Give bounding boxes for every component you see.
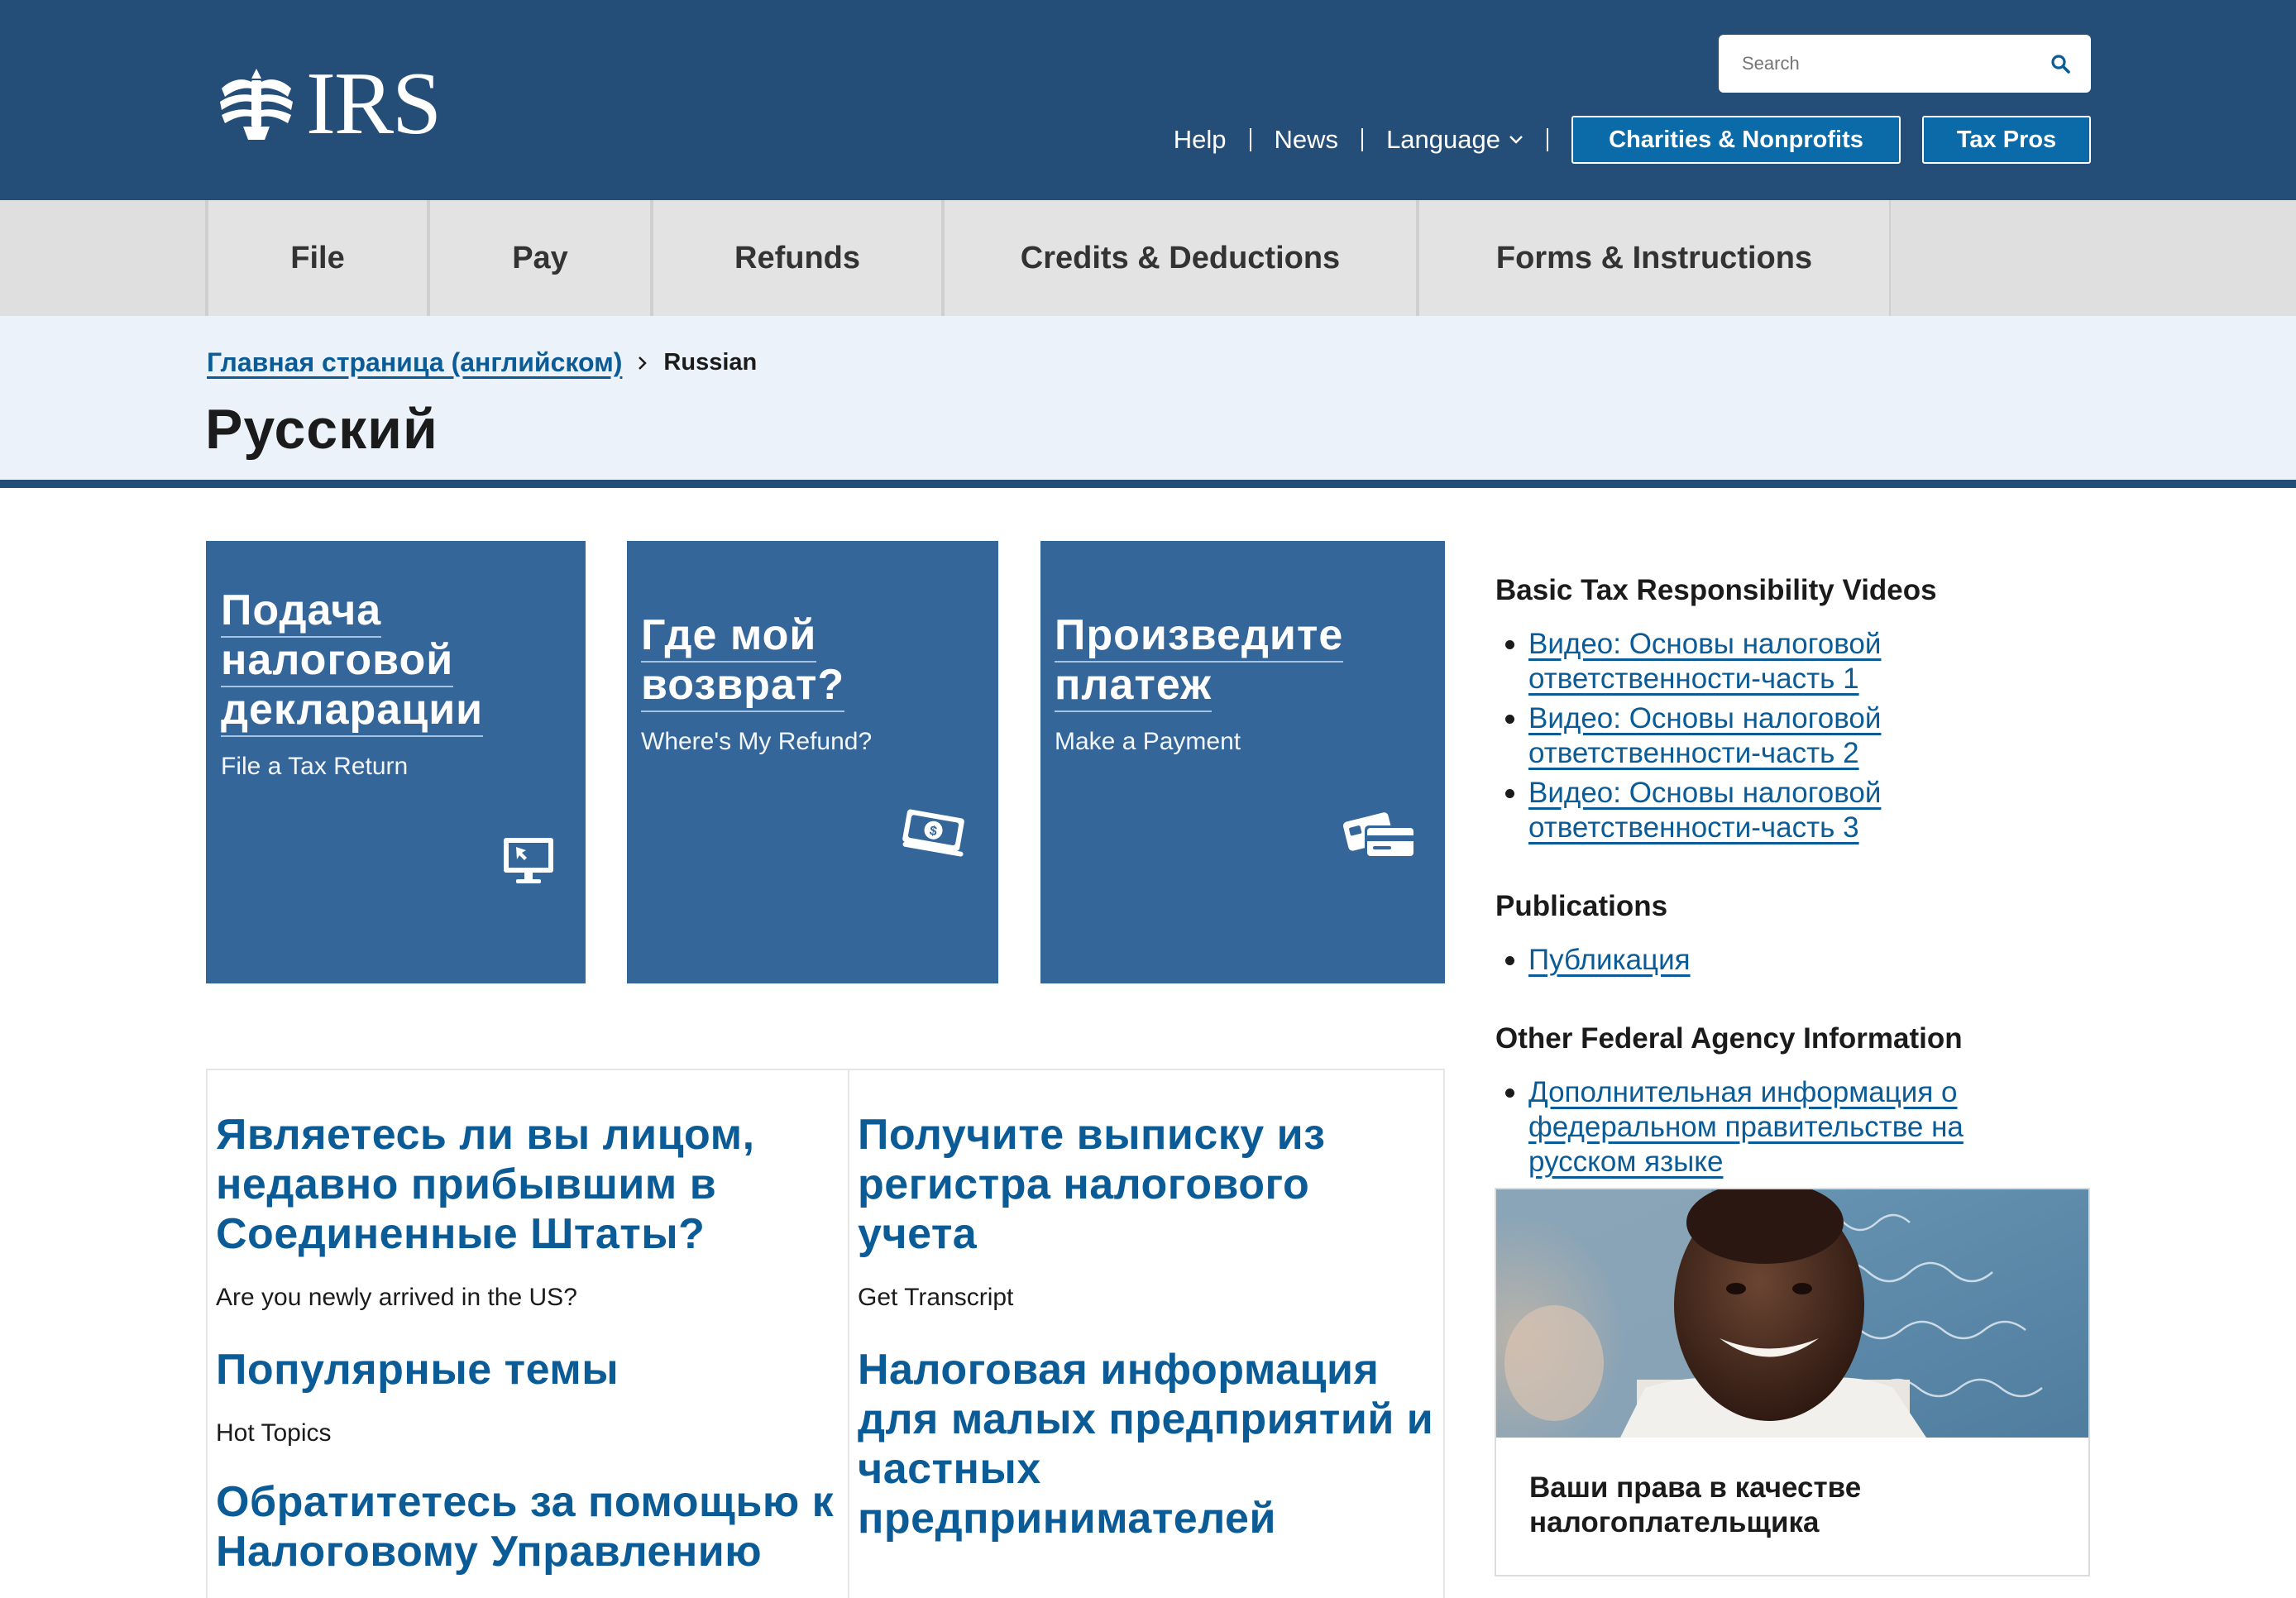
list-item: Дополнительная информация о федеральном … xyxy=(1495,1075,2008,1179)
charities-nonprofits-button[interactable]: Charities & Nonprofits xyxy=(1571,116,1901,164)
list-item: Видео: Основы налоговой ответственности-… xyxy=(1495,701,1959,771)
nav-item-refunds[interactable]: Refunds xyxy=(650,200,941,316)
divider xyxy=(1547,128,1548,151)
publications-list: Публикация xyxy=(1495,943,2025,983)
computer-icon xyxy=(504,838,553,883)
payment-card-icon xyxy=(1342,812,1416,859)
content-grid: Являетесь ли вы лицом, недавно прибывшим… xyxy=(206,1069,1445,1598)
video-link-3[interactable]: Видео: Основы налоговой ответственности-… xyxy=(1528,777,1881,844)
tile-title-line: Произведите xyxy=(1055,611,1344,663)
get-help-heading-link[interactable]: Обратитетесь за помощью к Налоговому Упр… xyxy=(216,1477,844,1576)
get-transcript-subtitle: Get Transcript xyxy=(858,1284,1014,1311)
nav-item-credits-deductions[interactable]: Credits & Deductions xyxy=(941,200,1416,316)
title-band: Главная страница (английском) Russian Ру… xyxy=(0,316,2296,488)
tile-title-line: Подача xyxy=(221,586,382,638)
federal-info-heading: Other Federal Agency Information xyxy=(1495,1022,1963,1055)
publication-link[interactable]: Публикация xyxy=(1528,944,1691,976)
help-link[interactable]: Help xyxy=(1174,125,1227,155)
taxpayer-rights-title: Ваши права в качестве налогоплательщика xyxy=(1529,1471,1862,1538)
tile-title: Подача налоговой декларации xyxy=(221,586,586,737)
list-item: Видео: Основы налоговой ответственности-… xyxy=(1495,627,1959,696)
search-icon xyxy=(2051,55,2070,74)
column-divider xyxy=(848,1070,849,1598)
irs-eagle-seal-icon xyxy=(220,69,293,140)
hot-topics-subtitle: Hot Topics xyxy=(216,1419,332,1447)
search-button[interactable] xyxy=(2048,51,2073,76)
language-label: Language xyxy=(1386,125,1500,154)
tile-title-line: декларации xyxy=(221,686,484,737)
utility-nav: Help News Language Charities & Nonprofit… xyxy=(1174,114,2091,165)
language-dropdown[interactable]: Language xyxy=(1386,125,1523,155)
tile-make-a-payment[interactable]: Произведите платеж Make a Payment xyxy=(1040,541,1445,983)
tile-title-line: налоговой xyxy=(221,636,454,687)
videos-heading: Basic Tax Responsibility Videos xyxy=(1495,574,1937,606)
money-icon: $ xyxy=(902,809,964,857)
tile-title-line: Где мой xyxy=(641,611,817,663)
tile-file-tax-return[interactable]: Подача налоговой декларации File a Tax R… xyxy=(206,541,586,983)
breadcrumb-current: Russian xyxy=(663,349,758,376)
nav-item-file[interactable]: File xyxy=(205,200,427,316)
tile-subtitle: File a Tax Return xyxy=(221,753,409,780)
site-header: IRS Help News Language Charities & Nonpr… xyxy=(0,0,2296,200)
get-transcript-heading-link[interactable]: Получите выписку из регистра налогового … xyxy=(858,1110,1437,1259)
tile-title-line: платеж xyxy=(1055,661,1212,712)
video-link-1[interactable]: Видео: Основы налоговой ответственности-… xyxy=(1528,628,1881,695)
federal-info-list: Дополнительная информация о федеральном … xyxy=(1495,1075,2008,1184)
video-link-2[interactable]: Видео: Основы налоговой ответственности-… xyxy=(1528,702,1881,769)
content-column-right: Получите выписку из регистра налогового … xyxy=(858,1070,1437,1543)
logo-wordmark: IRS xyxy=(306,55,442,153)
tile-subtitle: Where's My Refund? xyxy=(641,728,873,755)
federal-info-link[interactable]: Дополнительная информация о федеральном … xyxy=(1528,1076,1964,1178)
newly-arrived-subtitle: Are you newly arrived in the US? xyxy=(216,1284,577,1311)
tax-pros-button[interactable]: Tax Pros xyxy=(1922,116,2091,164)
divider xyxy=(1249,128,1251,151)
nav-item-forms-instructions[interactable]: Forms & Instructions xyxy=(1416,200,1891,316)
publications-heading: Publications xyxy=(1495,890,1668,922)
nav-item-pay[interactable]: Pay xyxy=(427,200,650,316)
chevron-down-icon xyxy=(1509,136,1523,144)
tile-title-line: возврат? xyxy=(641,661,845,712)
breadcrumb: Главная страница (английском) Russian xyxy=(207,347,757,378)
search-box xyxy=(1719,35,2091,93)
irs-logo[interactable]: IRS xyxy=(213,55,442,153)
content-column-left: Являетесь ли вы лицом, недавно прибывшим… xyxy=(216,1070,844,1576)
search-input[interactable] xyxy=(1740,52,2048,75)
newly-arrived-heading-link[interactable]: Являетесь ли вы лицом, недавно прибывшим… xyxy=(216,1110,844,1259)
list-item: Видео: Основы налоговой ответственности-… xyxy=(1495,776,1959,845)
main-nav: File Pay Refunds Credits & Deductions Fo… xyxy=(0,200,2296,316)
tile-wheres-my-refund[interactable]: Где мой возврат? Where's My Refund? $ xyxy=(627,541,998,983)
news-link[interactable]: News xyxy=(1275,125,1339,155)
tile-title: Где мой возврат? xyxy=(641,610,998,712)
videos-list: Видео: Основы налоговой ответственности-… xyxy=(1495,627,1959,850)
taxpayer-rights-photo xyxy=(1496,1189,2088,1438)
chevron-right-icon xyxy=(639,356,648,370)
tile-subtitle: Make a Payment xyxy=(1055,728,1241,755)
page-title: Русский xyxy=(205,398,438,461)
smiling-man-photo-image xyxy=(1496,1189,2088,1438)
small-business-heading-link[interactable]: Налоговая информация для малых предприят… xyxy=(858,1345,1437,1543)
tile-title: Произведите платеж xyxy=(1055,610,1445,712)
breadcrumb-home-link[interactable]: Главная страница (английском) xyxy=(207,347,622,378)
divider xyxy=(1361,128,1364,151)
hot-topics-heading-link[interactable]: Популярные темы xyxy=(216,1345,844,1395)
taxpayer-rights-card[interactable]: Ваши права в качестве налогоплательщика xyxy=(1495,1188,2090,1576)
list-item: Публикация xyxy=(1495,943,2025,978)
